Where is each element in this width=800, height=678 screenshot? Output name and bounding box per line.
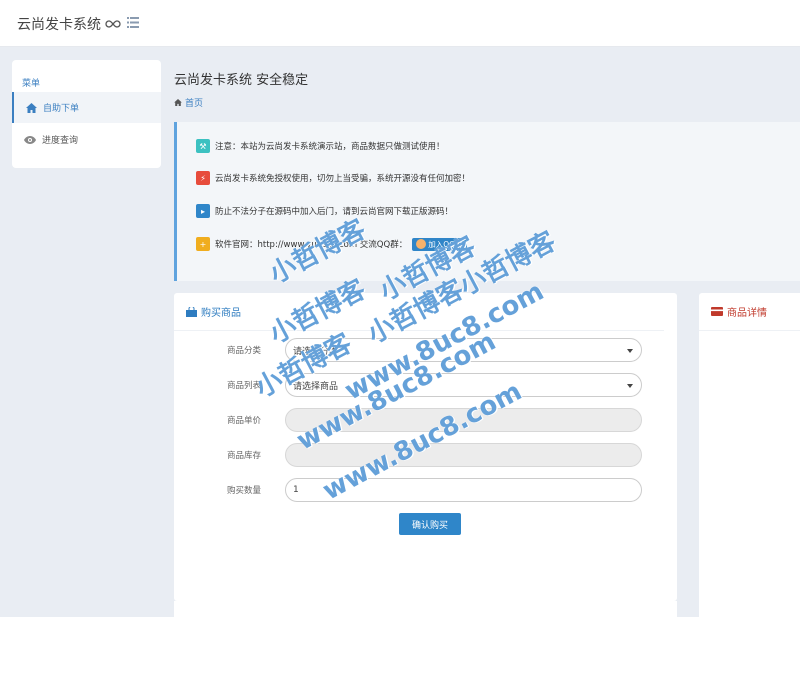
breadcrumb[interactable]: 首页 — [174, 96, 203, 109]
form-row-product: 商品列表 请选择商品 — [174, 373, 677, 397]
notice-line: ⚒ 注意：本站为云尚发卡系统演示站，商品数据只做测试使用！ — [196, 139, 445, 153]
chevron-down-icon — [627, 349, 633, 353]
brand[interactable]: 云尚发卡系统 — [17, 14, 121, 34]
background-strip — [0, 601, 174, 617]
notice-text: 注意：本站为云尚发卡系统演示站，商品数据只做测试使用！ — [215, 142, 445, 152]
credit-card-icon — [711, 307, 723, 316]
join-qq-label: 加入QQ群 — [428, 239, 463, 249]
page-title: 云尚发卡系统 安全稳定 — [174, 73, 309, 88]
shopping-bag-icon — [186, 306, 197, 317]
confirm-purchase-button[interactable]: 确认购买 — [399, 513, 461, 535]
notice-line: ▸ 防止不法分子在源码中加入后门，请到云尚官网下载正版源码！ — [196, 204, 453, 218]
detail-panel-title: 商品详情 — [727, 308, 767, 319]
sidebar-item-label: 进度查询 — [42, 136, 79, 146]
detail-panel-header: 商品详情 — [699, 293, 800, 331]
sidebar-item-progress[interactable]: 进度查询 — [12, 124, 161, 155]
form-label: 商品单价 — [227, 416, 262, 426]
brand-name: 云尚发卡系统 — [17, 17, 101, 33]
join-qq-button[interactable]: 加入QQ群 — [412, 237, 467, 251]
quantity-value: 1 — [293, 485, 299, 495]
stock-field — [285, 443, 642, 467]
qq-avatar-icon — [416, 239, 427, 249]
bolt-icon: ⚡ — [196, 171, 210, 185]
category-value: 请选择分类 — [293, 346, 339, 357]
menu-toggle-icon[interactable] — [127, 17, 139, 28]
notice-text: 防止不法分子在源码中加入后门，请到云尚官网下载正版源码！ — [215, 207, 454, 217]
sidebar-item-order[interactable]: 自助下单 — [12, 92, 161, 123]
chevron-down-icon — [627, 384, 633, 388]
home-icon — [26, 102, 37, 113]
notice-text: 软件官网：http://www.yunscx.com 交流QQ群： — [215, 240, 408, 250]
eye-icon — [24, 135, 36, 144]
plus-icon: + — [196, 237, 210, 251]
notice-text: 云尚发卡系统免授权使用，切勿上当受骗，系统开源没有任何加密！ — [215, 174, 471, 184]
sidebar-item-label: 自助下单 — [43, 104, 80, 114]
notice-box: ⚒ 注意：本站为云尚发卡系统演示站，商品数据只做测试使用！ ⚡ 云尚发卡系统免授… — [174, 122, 800, 281]
buy-panel-extension — [174, 601, 677, 678]
bell-icon: ⚒ — [196, 139, 210, 153]
home-icon — [174, 99, 182, 106]
buy-panel: 购买商品 商品分类 请选择分类 商品列表 请选择商品 商品单价 商品库存 购买数… — [174, 293, 677, 601]
product-value: 请选择商品 — [293, 381, 339, 392]
detail-panel: 商品详情 — [699, 293, 800, 678]
form-label: 商品库存 — [227, 451, 262, 461]
breadcrumb-label: 首页 — [185, 99, 204, 109]
form-label: 商品列表 — [227, 381, 262, 391]
notice-line: ⚡ 云尚发卡系统免授权使用，切勿上当受骗，系统开源没有任何加密！ — [196, 171, 470, 185]
product-select[interactable]: 请选择商品 — [285, 373, 642, 397]
quantity-input[interactable]: 1 — [285, 478, 642, 502]
infinity-icon — [105, 20, 121, 28]
form-label: 购买数量 — [227, 486, 262, 496]
form-row-stock: 商品库存 — [174, 443, 677, 467]
form-row-quantity: 购买数量 1 — [174, 478, 677, 502]
form-row-price: 商品单价 — [174, 408, 677, 432]
notice-line: + 软件官网：http://www.yunscx.com 交流QQ群： 加入QQ… — [196, 237, 467, 251]
top-bar: 云尚发卡系统 — [0, 0, 800, 47]
background-strip — [677, 601, 699, 617]
form-row-category: 商品分类 请选择分类 — [174, 338, 677, 362]
category-select[interactable]: 请选择分类 — [285, 338, 642, 362]
sidebar-title: 菜单 — [22, 79, 41, 89]
footer-area — [0, 617, 174, 678]
buy-panel-title: 购买商品 — [201, 308, 241, 319]
price-field — [285, 408, 642, 432]
form-label: 商品分类 — [227, 346, 262, 356]
buy-panel-header: 购买商品 — [174, 293, 664, 331]
megaphone-icon: ▸ — [196, 204, 210, 218]
